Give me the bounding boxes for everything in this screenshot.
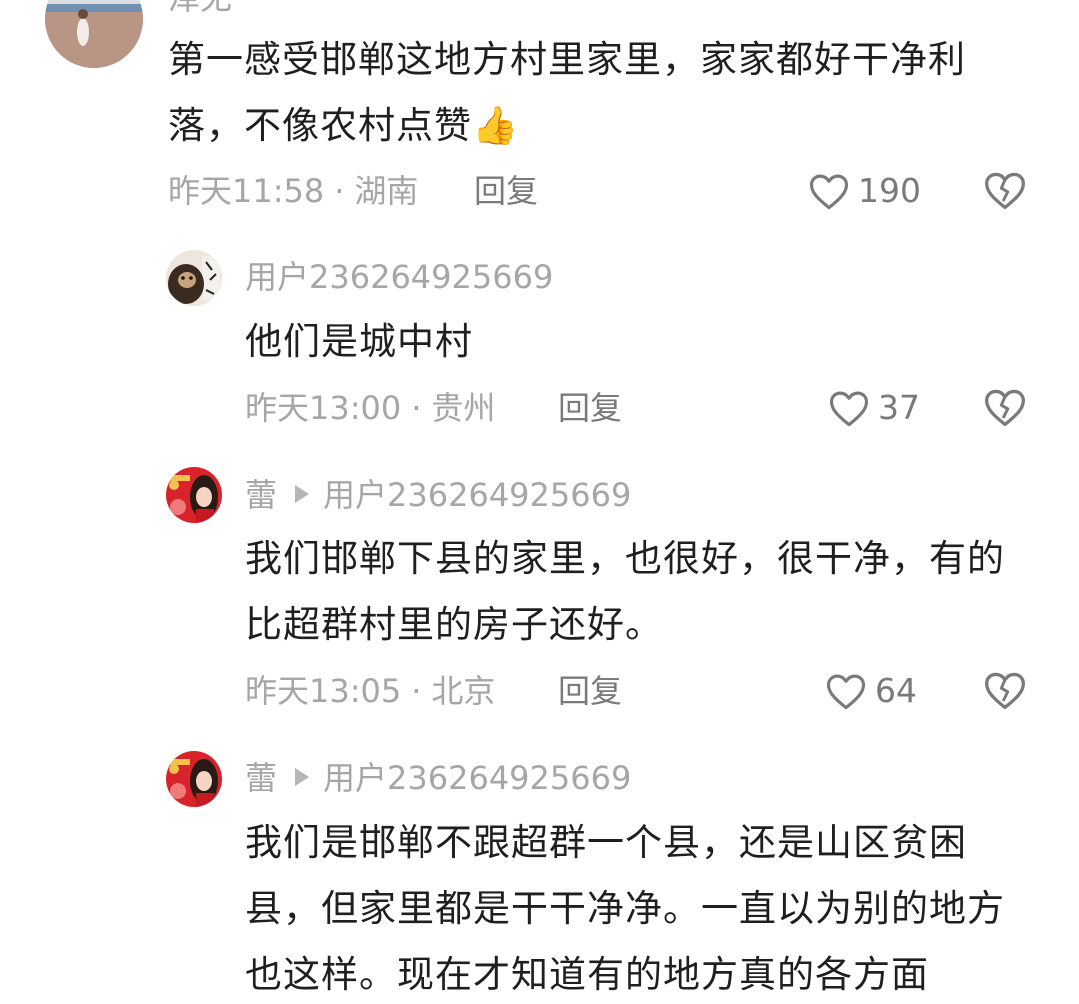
avatar[interactable]	[166, 751, 222, 807]
reply-button[interactable]: 回复	[474, 171, 538, 211]
separator-dot: ·	[334, 172, 345, 210]
comment-time: 昨天11:58	[168, 172, 325, 210]
like-button[interactable]: 190	[808, 171, 921, 211]
comment-username[interactable]: 泽无	[168, 0, 232, 18]
avatar[interactable]	[166, 250, 222, 306]
comment-meta: 昨天13:05 · 北京	[245, 671, 495, 711]
comment-text: 他们是城中村	[245, 320, 473, 363]
comment-time: 昨天13:00	[245, 389, 402, 427]
dislike-button[interactable]	[983, 386, 1027, 428]
comment-text: 我们是邯郸不跟超群一个县，还是山区贫困县，但家里都是干干净净。一直以为别的地方也…	[245, 821, 1005, 996]
like-count: 190	[858, 171, 921, 210]
heart-outline-icon	[809, 174, 849, 210]
reply-button[interactable]: 回复	[558, 388, 622, 428]
comment-text: 第一感受邯郸这地方村里家里，家家都好干净利落，不像农村点赞👍	[168, 38, 966, 147]
comment-location: 北京	[431, 672, 496, 710]
photo-beach-avatar-icon	[45, 0, 143, 68]
comment-meta: 昨天11:58 · 湖南	[168, 171, 418, 211]
comment-meta: 昨天13:00 · 贵州	[245, 388, 495, 428]
comment-time: 昨天13:05	[245, 672, 402, 710]
reply-to-username[interactable]: 用户236264925669	[323, 759, 631, 797]
dislike-button[interactable]	[983, 669, 1027, 711]
separator-dot: ·	[411, 672, 422, 710]
comment-location: 湖南	[354, 172, 419, 210]
like-count: 37	[878, 388, 920, 427]
broken-heart-icon	[985, 389, 1025, 427]
comment-location: 贵州	[431, 389, 496, 427]
comment-username[interactable]: 蕾	[245, 476, 277, 514]
play-triangle-icon	[295, 485, 310, 503]
comment-username[interactable]: 蕾	[245, 759, 277, 797]
broken-heart-icon	[985, 672, 1025, 710]
like-button[interactable]: 64	[825, 671, 917, 711]
comment-username-row: 蕾 用户236264925669	[245, 475, 631, 515]
dislike-button[interactable]	[983, 169, 1027, 211]
monkey-avatar-icon	[166, 250, 222, 306]
reply-to-username[interactable]: 用户236264925669	[323, 476, 631, 514]
play-triangle-icon	[295, 768, 310, 786]
heart-outline-icon	[829, 391, 869, 427]
like-button[interactable]: 37	[828, 388, 920, 428]
comment-text: 我们邯郸下县的家里，也很好，很干净，有的比超群村里的房子还好。	[245, 537, 1005, 646]
new-year-avatar-icon	[166, 751, 222, 807]
comment-username-row: 蕾 用户236264925669	[245, 758, 631, 798]
avatar[interactable]	[45, 0, 143, 68]
like-count: 64	[875, 671, 917, 710]
separator-dot: ·	[411, 389, 422, 427]
reply-button[interactable]: 回复	[558, 671, 622, 711]
heart-outline-icon	[826, 674, 866, 710]
avatar[interactable]	[166, 467, 222, 523]
new-year-avatar-icon	[166, 467, 222, 523]
broken-heart-icon	[985, 172, 1025, 210]
comment-username[interactable]: 用户236264925669	[245, 257, 553, 297]
